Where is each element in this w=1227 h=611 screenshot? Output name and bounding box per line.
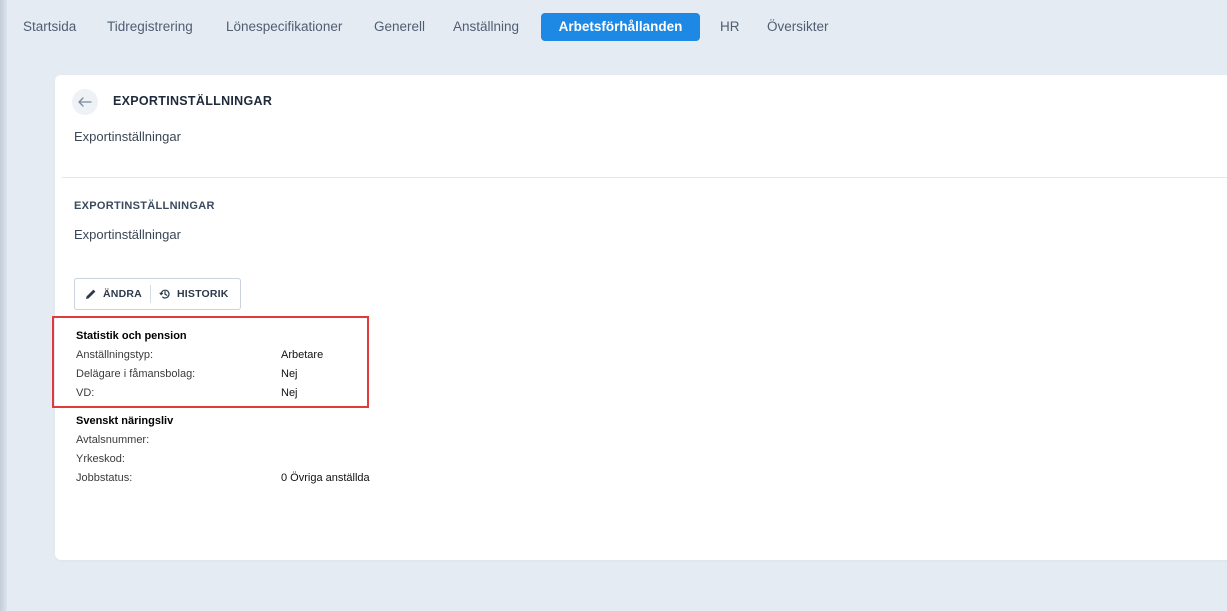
pencil-icon [86, 289, 96, 299]
tab-anstallning[interactable]: Anställning [453, 13, 519, 41]
edit-button[interactable]: ÄNDRA [85, 279, 145, 309]
history-button-label: HISTORIK [177, 288, 229, 300]
window-left-edge [0, 0, 7, 611]
section-title: EXPORTINSTÄLLNINGAR [74, 200, 215, 212]
field-label-vd: VD: [76, 387, 95, 399]
tab-startsida[interactable]: Startsida [23, 13, 76, 41]
button-separator [150, 285, 151, 303]
tab-lonespecifikationer[interactable]: Lönespecifikationer [226, 13, 342, 41]
history-icon [159, 289, 170, 299]
top-navigation: Startsida Tidregistrering Lönespecifikat… [0, 0, 1227, 56]
back-button[interactable] [72, 89, 98, 115]
field-label-yrkeskod: Yrkeskod: [76, 453, 125, 465]
tab-tidregistrering[interactable]: Tidregistrering [107, 13, 193, 41]
header-divider [62, 177, 1227, 178]
tab-oversikter[interactable]: Översikter [767, 13, 829, 41]
arrow-left-icon [78, 97, 92, 107]
page-subtitle: Exportinställningar [74, 129, 181, 144]
field-label-delagare: Delägare i fåmansbolag: [76, 368, 196, 380]
field-value-delagare: Nej [281, 368, 298, 380]
field-label-anstallningstyp: Anställningstyp: [76, 349, 154, 361]
field-label-jobbstatus: Jobbstatus: [76, 472, 133, 484]
field-value-vd: Nej [281, 387, 298, 399]
group-heading-svenskt-naringsliv: Svenskt näringsliv [76, 415, 174, 427]
tab-generell[interactable]: Generell [374, 13, 425, 41]
field-label-avtalsnummer: Avtalsnummer: [76, 434, 150, 446]
edit-button-label: ÄNDRA [103, 288, 142, 300]
history-button[interactable]: HISTORIK [159, 279, 235, 309]
section-subtitle: Exportinställningar [74, 227, 181, 242]
page-title: EXPORTINSTÄLLNINGAR [113, 94, 273, 108]
tab-hr[interactable]: HR [720, 13, 740, 41]
field-value-anstallningstyp: Arbetare [281, 349, 324, 361]
field-value-jobbstatus: 0 Övriga anställda [281, 472, 370, 484]
export-settings-card: EXPORTINSTÄLLNINGAR Exportinställningar … [52, 75, 1227, 560]
group-heading-statistik: Statistik och pension [76, 330, 187, 342]
tab-arbetsforhallanden[interactable]: Arbetsförhållanden [541, 13, 700, 41]
action-button-group: ÄNDRA HISTORIK [74, 278, 241, 310]
